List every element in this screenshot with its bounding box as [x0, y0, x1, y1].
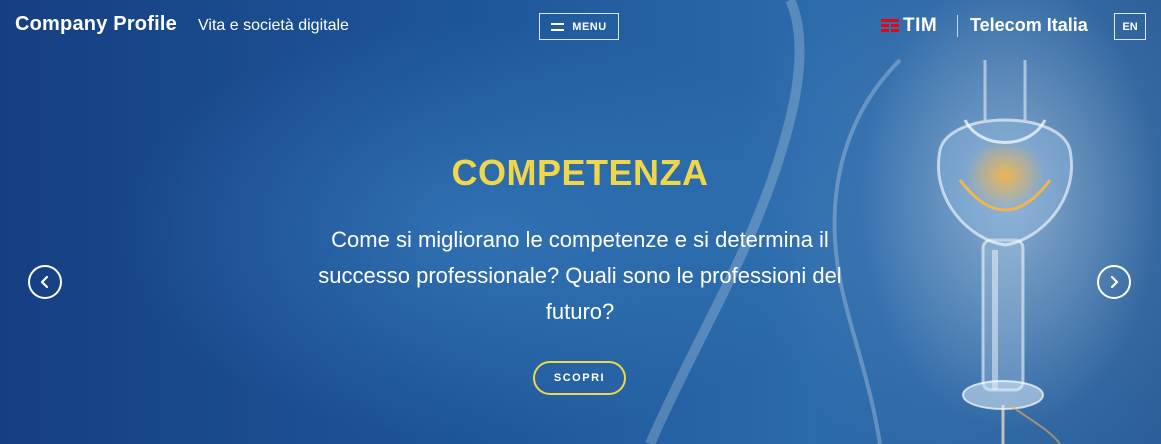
hamburger-icon: [551, 22, 565, 31]
slide-title: COMPETENZA: [451, 152, 709, 193]
menu-button[interactable]: MENU: [539, 13, 619, 40]
carousel-prev-button[interactable]: [28, 265, 62, 299]
discover-button[interactable]: SCOPRI: [533, 361, 626, 395]
telecom-italia-logo[interactable]: Telecom Italia: [970, 15, 1088, 36]
logo-divider: [957, 15, 958, 37]
menu-label: MENU: [572, 20, 607, 33]
language-switch-button[interactable]: EN: [1114, 13, 1146, 40]
tim-logo[interactable]: TIM: [881, 15, 937, 37]
tim-logo-text: TIM: [903, 15, 938, 36]
site-tagline: Vita e società digitale: [198, 17, 349, 34]
chevron-right-icon: [1110, 275, 1119, 289]
tim-logo-icon: [881, 18, 899, 34]
chevron-left-icon: [40, 275, 49, 289]
site-brand[interactable]: Company Profile: [15, 13, 177, 36]
carousel-next-button[interactable]: [1097, 265, 1131, 299]
slide-description: Come si migliorano le competenze e si de…: [318, 227, 842, 324]
